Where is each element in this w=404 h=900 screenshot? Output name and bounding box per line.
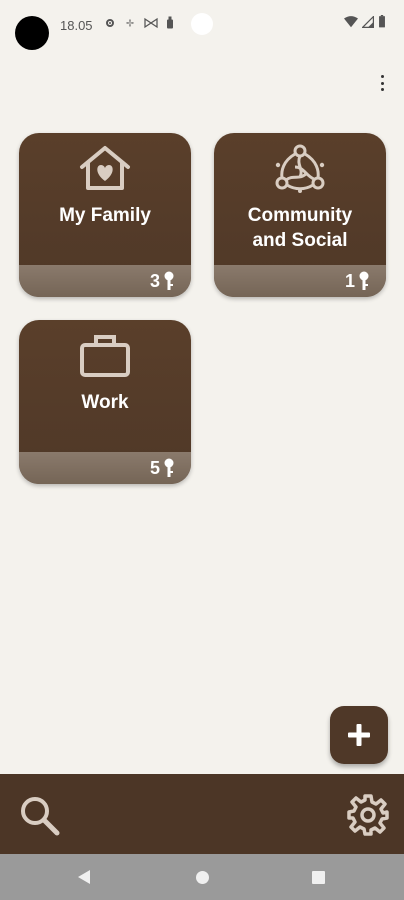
bottom-app-bar bbox=[0, 774, 404, 854]
notification-icons bbox=[104, 16, 174, 29]
system-nav-bar bbox=[0, 854, 404, 900]
key-icon bbox=[164, 271, 174, 290]
home-icon[interactable] bbox=[196, 871, 209, 884]
category-label: My Family bbox=[59, 205, 151, 226]
system-status-icons bbox=[344, 15, 386, 28]
settings-gear-icon bbox=[106, 18, 114, 27]
settings-icon bbox=[347, 794, 389, 836]
category-label: Community and Social bbox=[247, 205, 353, 251]
key-icon bbox=[359, 271, 369, 290]
bottle-icon bbox=[167, 16, 173, 29]
more-vert-icon[interactable] bbox=[374, 72, 390, 94]
plus-icon bbox=[348, 724, 370, 746]
battery-icon bbox=[379, 15, 385, 28]
key-count: 1 bbox=[344, 270, 355, 291]
category-footer: 3 bbox=[19, 265, 191, 297]
search-button[interactable] bbox=[18, 794, 62, 838]
fan-icon bbox=[126, 18, 134, 27]
key-count: 5 bbox=[149, 457, 160, 478]
back-icon[interactable] bbox=[76, 868, 92, 886]
status-time: 18.05 bbox=[60, 18, 93, 33]
search-icon bbox=[21, 797, 60, 836]
category-footer: 5 bbox=[19, 452, 191, 484]
house-heart-icon bbox=[77, 143, 133, 193]
camera-cutout bbox=[15, 16, 49, 50]
add-category-button[interactable] bbox=[330, 706, 388, 764]
settings-button[interactable] bbox=[346, 793, 390, 837]
category-tile-community-social[interactable]: Community and Social 1 bbox=[214, 133, 386, 297]
recent-apps-icon[interactable] bbox=[312, 871, 325, 884]
status-bar: 18.05 bbox=[0, 0, 404, 52]
category-footer: 1 bbox=[214, 265, 386, 297]
community-network-icon bbox=[272, 143, 328, 193]
briefcase-icon bbox=[77, 330, 133, 380]
key-count: 3 bbox=[149, 270, 160, 291]
signal-icon bbox=[362, 15, 374, 28]
category-tile-work[interactable]: Work 5 bbox=[19, 320, 191, 484]
wifi-icon bbox=[344, 15, 358, 27]
key-icon bbox=[164, 458, 174, 477]
pinwheel-icon bbox=[144, 17, 158, 28]
category-label: Work bbox=[81, 392, 129, 413]
status-indicator-dot bbox=[191, 13, 213, 35]
category-tile-my-family[interactable]: My Family 3 bbox=[19, 133, 191, 297]
